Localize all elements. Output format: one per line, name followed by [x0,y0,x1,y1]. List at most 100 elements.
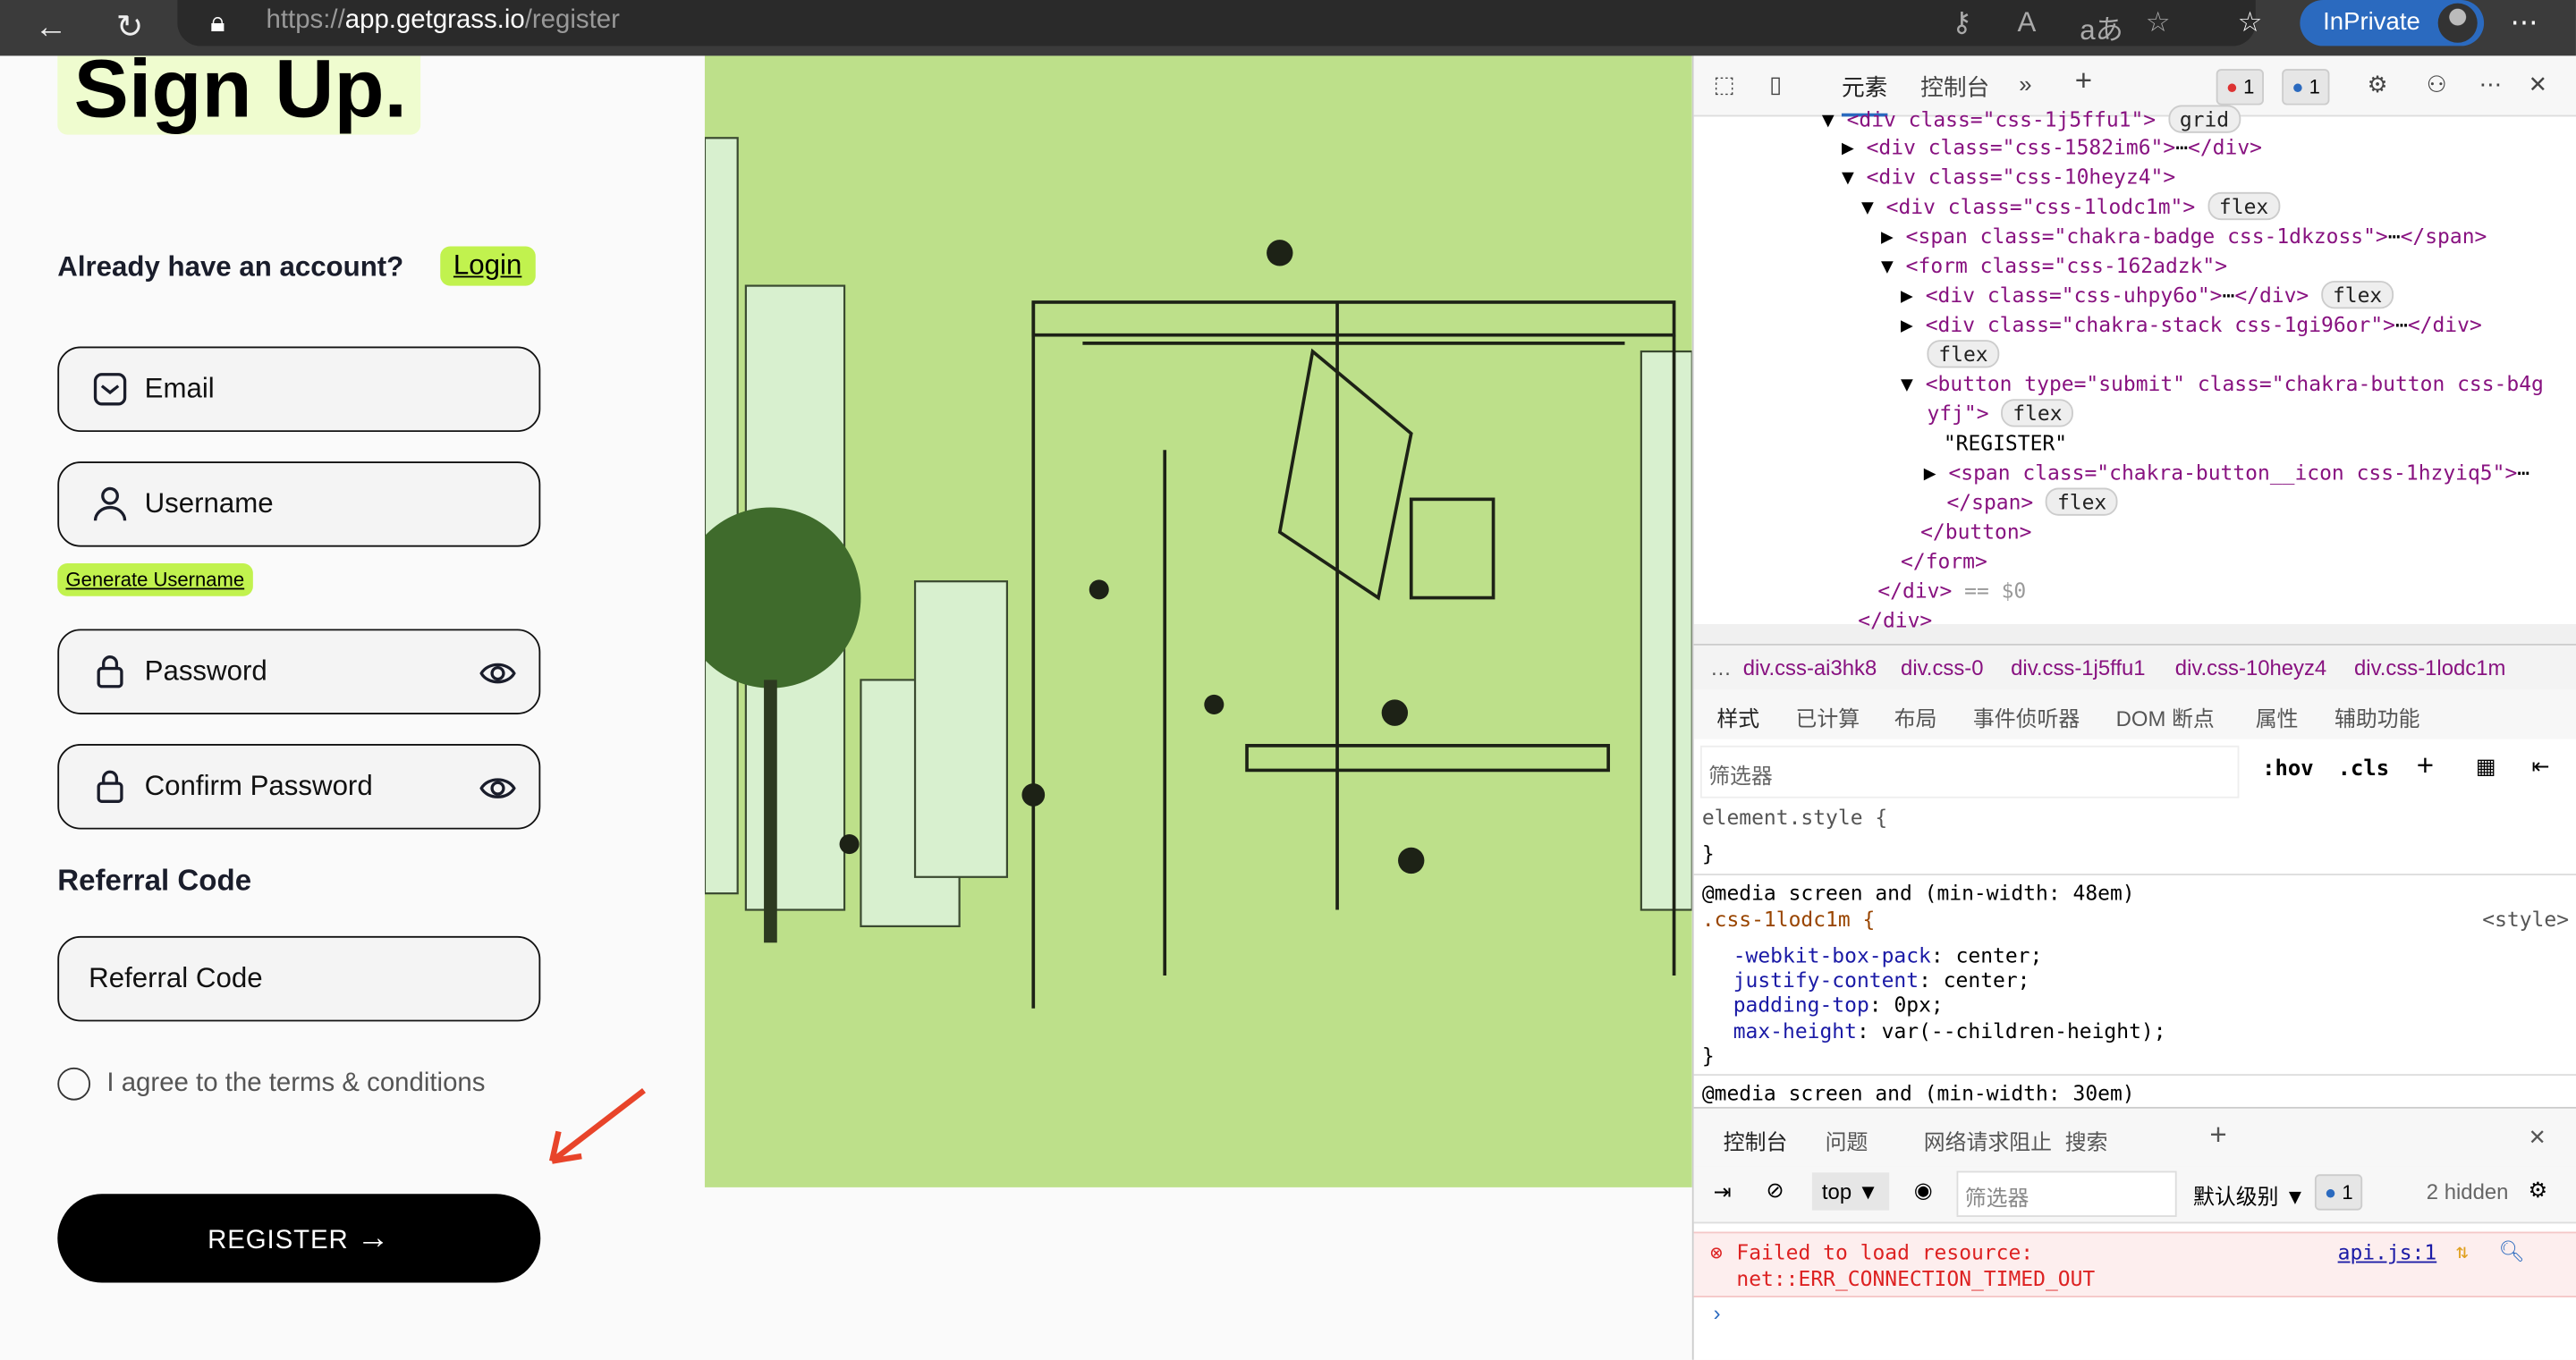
css-property[interactable]: max-height: var(--children-height); [1733,1018,2166,1043]
terms-checkbox[interactable]: I agree to the terms & conditions [57,1067,485,1101]
favorites-icon[interactable]: ☆ [2238,6,2263,39]
console-error-message: ⊗ Failed to load resource: net::ERR_CONN… [1693,1231,2576,1297]
breadcrumb-item[interactable]: div.css-0 [1901,655,1983,680]
breadcrumb-item[interactable]: div.css-ai3hk8 [1743,655,1877,680]
search-icon[interactable]: 🔍︎ [2499,1238,2525,1264]
tree-row[interactable]: ▶ <span class="chakra-button__icon css-1… [1924,458,2529,487]
tree-row[interactable]: "REGISTER" [1944,428,2067,458]
breadcrumb-item[interactable]: div.css-1lodc1m [2354,655,2505,680]
read-aloud-icon[interactable]: A [2017,6,2036,39]
css-property[interactable]: padding-top: 0px; [1733,992,1944,1017]
inprivate-button[interactable]: InPrivate [2300,0,2485,46]
signup-form-panel: Sign Up. Already have an account? Login … [0,55,705,1360]
styles-filter-input[interactable]: 筛选器 [1699,745,2240,798]
key-icon[interactable]: ⚷ [1952,6,1972,39]
console-filter-input[interactable]: 筛选器 [1956,1170,2177,1217]
tree-row[interactable]: ▼ <div class="css-1j5ffu1"> grid [1822,105,2241,135]
browser-toolbar: ← ↻ 🔒︎ https://app.getgrass.io/register … [0,0,2576,56]
tab-properties[interactable]: 属性 [2256,701,2299,732]
more-icon[interactable]: ⋯ [2479,71,2503,98]
confirm-password-field[interactable]: Confirm Password [57,744,541,830]
toggle-sidebar-icon[interactable]: ⇤ [2531,754,2549,780]
tree-row[interactable]: ▶ <span class="chakra-badge css-1dkzoss"… [1881,222,2487,251]
tab-search[interactable]: 搜索 [2065,1125,2108,1156]
info-count-badge[interactable]: ● 1 [2282,69,2330,106]
tree-row[interactable]: ▶ <div class="chakra-stack css-1gi96or">… [1901,310,2482,340]
add-favorite-icon[interactable]: ☆ [2146,6,2171,39]
tab-dom-breakpoints[interactable]: DOM 断点 [2116,701,2215,732]
url-text[interactable]: https://app.getgrass.io/register [267,6,620,36]
paint-icon[interactable]: ▦ [2476,754,2496,780]
refresh-icon[interactable]: ↻ [108,6,151,49]
new-rule-icon[interactable]: + [2417,749,2434,784]
tree-row[interactable]: </form> [1901,547,1987,577]
drawer-tabs: 控制台 问题 网络请求阻止 搜索 + ✕ [1693,1106,2576,1173]
error-count-badge[interactable]: ● 1 [2216,69,2265,106]
console-settings-icon[interactable]: ⚙ [2529,1178,2547,1204]
styles-tabs: 样式 已计算 布局 事件侦听器 DOM 断点 属性 辅助功能 [1693,689,2576,739]
more-icon[interactable]: ⋯ [2510,6,2538,39]
already-have-account-text: Already have an account? [57,251,404,283]
password-field[interactable]: Password [57,629,541,714]
log-level-select[interactable]: 默认级别 ▼ [2193,1179,2306,1211]
tab-styles[interactable]: 样式 [1716,701,1759,732]
tab-network-blocking[interactable]: 网络请求阻止 [1924,1125,2052,1156]
lock-icon[interactable]: 🔒︎ [210,6,225,39]
tab-event-listeners[interactable]: 事件侦听器 [1973,701,2080,732]
eye-icon[interactable] [479,655,516,691]
breadcrumb-item[interactable]: div.css-1j5ffu1 [2011,655,2145,680]
tab-layout[interactable]: 布局 [1894,701,1937,732]
translate-icon[interactable]: aあ [2080,6,2123,47]
tree-row[interactable]: ▼ <form class="css-162adzk"> [1881,251,2227,281]
tab-accessibility[interactable]: 辅助功能 [2334,701,2420,732]
tab-computed[interactable]: 已计算 [1796,701,1860,732]
breadcrumb-item[interactable]: div.css-10heyz4 [2175,655,2326,680]
breadcrumb: … div.css-ai3hk8 div.css-0 div.css-1j5ff… [1693,643,2576,692]
error-source-link[interactable]: api.js:1 [2338,1240,2437,1265]
avatar [2437,3,2478,43]
tab-issues[interactable]: 问题 [1826,1125,1868,1156]
error-icon: ⊗ [1710,1239,1723,1265]
console-prompt[interactable]: › [1714,1301,1721,1326]
css-property[interactable]: -webkit-box-pack: center; [1733,942,2043,967]
login-link[interactable]: Login [440,246,536,286]
tree-row[interactable]: </div> == $0 [1877,577,2026,606]
tab-console[interactable]: 控制台 [1920,71,1989,104]
feedback-icon[interactable]: ⚇ [2427,71,2447,98]
tree-row[interactable]: </div> [1858,606,1932,636]
email-field[interactable]: Email [57,346,541,433]
tree-row[interactable]: ▼ <div class="css-1lodc1m"> flex [1861,191,2281,222]
generate-username-button[interactable]: Generate Username [57,562,253,596]
cls-button[interactable]: .cls [2338,757,2390,782]
tree-row[interactable]: ▼ <div class="css-10heyz4"> [1842,163,2175,192]
settings-icon[interactable]: ⚙ [2368,71,2388,98]
checkbox-icon[interactable] [57,1067,91,1101]
context-select[interactable]: top ▼ [1811,1172,1889,1211]
address-bar[interactable]: 🔒︎ https://app.getgrass.io/register ⚷ A … [177,0,2256,47]
more-tabs-icon[interactable]: » [2019,71,2031,97]
tree-row[interactable]: </button> [1920,518,2031,547]
back-icon[interactable]: ← [30,6,72,49]
inspect-icon[interactable]: ⬚ [1714,71,1735,98]
close-icon[interactable]: ✕ [2529,71,2548,98]
register-button[interactable]: REGISTER → [57,1194,541,1283]
referral-code-field[interactable]: Referral Code [57,935,541,1022]
add-tab-icon[interactable]: + [2209,1119,2226,1153]
clear-console-icon[interactable]: ⊘ [1766,1178,1784,1204]
eye-icon[interactable] [479,770,516,806]
tree-row: </span> flex [1946,487,2119,517]
sidebar-toggle-icon[interactable]: ⇥ [1714,1179,1732,1205]
network-icon[interactable]: ⇅ [2456,1238,2469,1263]
live-expression-icon[interactable]: ◉ [1914,1178,1933,1204]
add-tab-icon[interactable]: + [2075,64,2092,99]
tree-row[interactable]: ▶ <div class="css-uhpy6o">⋯</div> flex [1901,281,2394,310]
message-count-badge[interactable]: ● 1 [2314,1174,2363,1211]
css-property[interactable]: justify-content: center; [1733,967,2030,993]
tree-row[interactable]: ▶ <div class="css-1582im6">⋯</div> [1842,133,2262,163]
username-field[interactable]: Username [57,461,541,547]
tree-row[interactable]: ▼ <button type="submit" class="chakra-bu… [1901,369,2544,399]
close-drawer-icon[interactable]: ✕ [2529,1125,2546,1151]
style-source-link[interactable]: <style> [2482,907,2569,932]
hov-button[interactable]: :hov [2262,757,2314,782]
device-toolbar-icon[interactable]: ▯ [1769,71,1782,98]
